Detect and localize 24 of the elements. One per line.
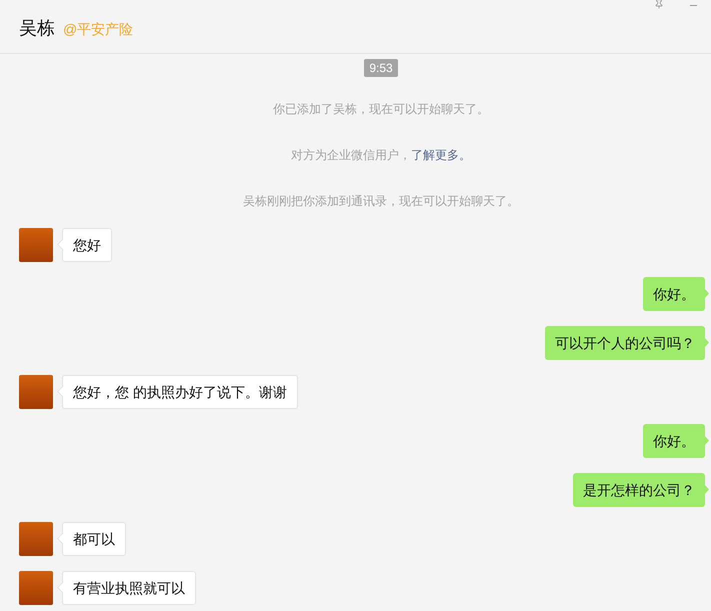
message-bubble: 都可以 [62, 522, 126, 556]
bubble-tail-icon [704, 435, 709, 446]
message-bubble: 您好 [62, 228, 112, 262]
organization-label: @平安产险 [63, 20, 134, 38]
pin-icon[interactable] [654, 0, 664, 9]
system-message: 吴栋刚刚把你添加到通讯录，现在可以开始聊天了。 [243, 193, 519, 209]
avatar-image [19, 375, 53, 409]
message-bubble: 可以开个人的公司吗？ [545, 326, 705, 360]
message-bubble: 是开怎样的公司？ [573, 473, 705, 507]
avatar-image [19, 522, 53, 556]
message-bubble: 你好。 [643, 424, 705, 458]
bubble-tail-icon [704, 484, 709, 495]
bubble-tail-icon [704, 337, 709, 348]
message-bubble: 你好。 [643, 277, 705, 311]
avatar-image [19, 228, 53, 262]
contact-name: 吴栋 [19, 16, 55, 38]
bubble-tail-icon [704, 288, 709, 299]
system-message: 对方为企业微信用户，了解更多。 [291, 147, 471, 163]
message-bubble: 有营业执照就可以 [62, 571, 196, 605]
timestamp: 9:53 [364, 59, 398, 77]
avatar-image [19, 571, 53, 605]
message-bubble: 您好，您 的执照办好了说下。谢谢 [62, 375, 298, 409]
system-message: 你已添加了吴栋，现在可以开始聊天了。 [273, 101, 489, 117]
learn-more-link[interactable]: 了解更多。 [411, 148, 471, 162]
